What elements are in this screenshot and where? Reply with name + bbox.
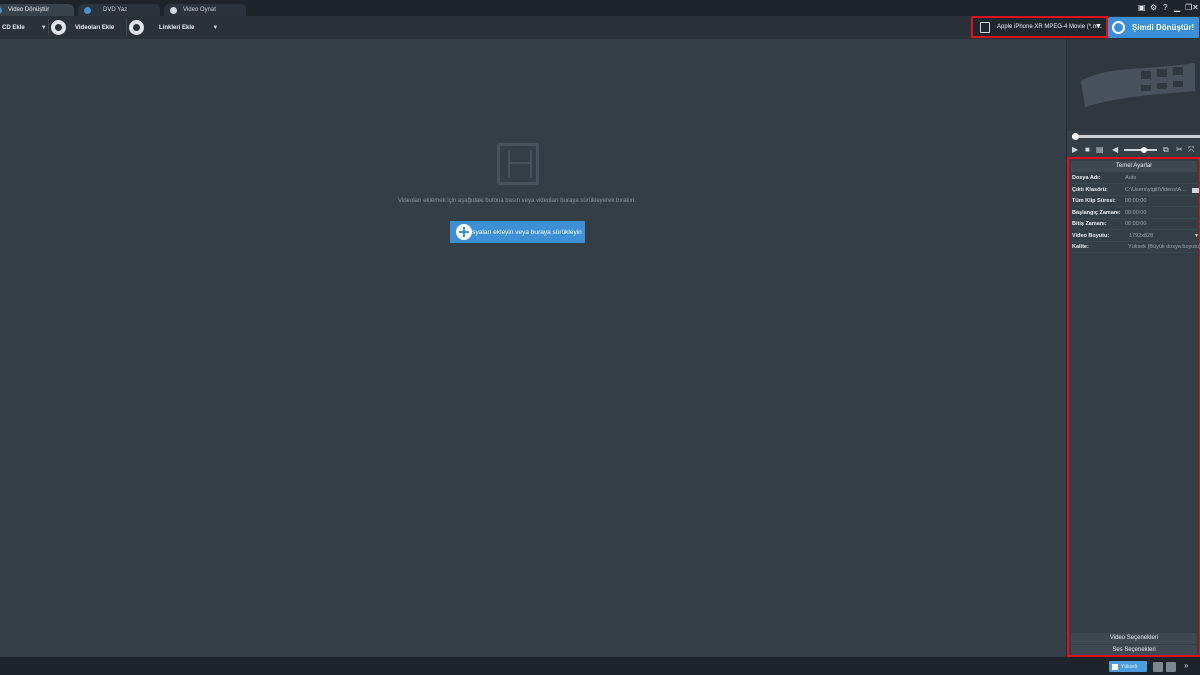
setting-value[interactable]: 1792x828 bbox=[1129, 231, 1200, 242]
video-preview bbox=[1067, 39, 1200, 131]
folder-icon[interactable] bbox=[1192, 188, 1199, 193]
upgrade-label: Yükselt bbox=[1121, 663, 1138, 670]
chevron-down-icon[interactable]: ▼ bbox=[1194, 231, 1199, 242]
right-panel: ▶ ■ ▤ ◀ ⧉ ✂ ⤧ Temel Ayarlar Dosya Adı: A… bbox=[1066, 39, 1200, 657]
divider bbox=[48, 19, 49, 36]
refresh-icon bbox=[1112, 21, 1125, 34]
help-icon[interactable]: ? bbox=[1163, 3, 1167, 13]
drop-area[interactable]: Videoları eklemek için aşağıdaki butona … bbox=[0, 39, 1066, 657]
add-links-label: Linkleri Ekle bbox=[159, 24, 195, 31]
add-video-icon[interactable] bbox=[51, 20, 66, 35]
facebook-icon[interactable] bbox=[1166, 662, 1176, 672]
audio-options-section[interactable]: Ses Seçenekleri bbox=[1071, 645, 1197, 655]
setting-value[interactable]: 00:00:00 bbox=[1125, 208, 1200, 219]
setting-row-filename[interactable]: Dosya Adı: Auto bbox=[1072, 173, 1200, 184]
seek-slider[interactable] bbox=[1072, 133, 1200, 140]
cut-icon[interactable]: ✂ bbox=[1176, 145, 1183, 155]
setting-row-start-time[interactable]: Başlangıç Zamanı: 00:00:00 bbox=[1072, 208, 1200, 219]
tab-bar: Video Dönüştür DVD Yaz Video Oynat ▣ ⚙ ?… bbox=[0, 0, 1200, 16]
double-chevron-right-icon[interactable]: » bbox=[1184, 661, 1188, 670]
plus-icon bbox=[456, 224, 472, 240]
basic-settings-panel: Temel Ayarlar Dosya Adı: Auto Çıktı Klas… bbox=[1067, 157, 1200, 657]
convert-now-button[interactable]: Şimdi Dönüştür! bbox=[1108, 17, 1199, 38]
setting-value: 00:00:00 bbox=[1125, 198, 1147, 204]
snapshot-icon[interactable]: ▤ bbox=[1096, 145, 1104, 155]
setting-row-end-time[interactable]: Bitiş Zamanı: 00:00:00 bbox=[1072, 219, 1200, 230]
twitter-icon[interactable] bbox=[1153, 662, 1163, 672]
upgrade-icon bbox=[1112, 663, 1118, 670]
add-links-button[interactable]: Linkleri Ekle ▼ bbox=[159, 16, 218, 39]
effects-icon[interactable]: ⤧ bbox=[1188, 145, 1194, 155]
drop-hint: Videoları eklemek için aşağıdaki butona … bbox=[397, 198, 637, 204]
setting-value[interactable]: C:\Users\yigit\Videos\A... bbox=[1125, 185, 1193, 196]
add-videos-label: Videoları Ekle bbox=[75, 24, 115, 31]
setting-row-video-size[interactable]: Video Boyutu: 1792x828 ▼ bbox=[1072, 231, 1200, 242]
volume-handle[interactable] bbox=[1141, 147, 1147, 153]
setting-row-quality[interactable]: Kalite: Yüksek (Büyük dosya boyutu) bbox=[1072, 242, 1200, 253]
setting-row-clip-duration[interactable]: Tüm Klip Süresi: 00:00:00 bbox=[1072, 196, 1200, 207]
save-icon[interactable]: ▣ bbox=[1138, 3, 1146, 13]
add-videos-button[interactable]: Videoları Ekle bbox=[75, 16, 114, 39]
tab-label: Video Oynat bbox=[183, 7, 216, 13]
convert-now-label: Şimdi Dönüştür! bbox=[1132, 23, 1195, 32]
setting-value[interactable]: 00:00:00 bbox=[1125, 219, 1200, 230]
device-icon bbox=[980, 21, 990, 33]
globe-icon[interactable] bbox=[129, 20, 144, 35]
video-options-section[interactable]: Video Seçenekleri bbox=[1071, 633, 1197, 644]
setting-key: Kalite: bbox=[1072, 244, 1089, 250]
setting-key: Bitiş Zamanı: bbox=[1072, 221, 1107, 227]
setting-key: Başlangıç Zamanı: bbox=[1072, 210, 1121, 216]
upgrade-button[interactable]: Yükselt bbox=[1109, 661, 1147, 672]
divider bbox=[126, 19, 127, 36]
chevron-down-icon[interactable]: ▼ bbox=[212, 25, 218, 31]
add-files-label: Dosyaları ekleyin veya buraya sürükleyin bbox=[464, 228, 582, 236]
add-files-button[interactable]: Dosyaları ekleyin veya buraya sürükleyin bbox=[450, 221, 585, 243]
tab-label: Video Dönüştür bbox=[8, 7, 50, 13]
external-window-icon[interactable]: ⧉ bbox=[1163, 145, 1169, 155]
status-bar: Yükselt » bbox=[0, 657, 1200, 675]
app-window: Video Dönüştür DVD Yaz Video Oynat ▣ ⚙ ?… bbox=[0, 0, 1200, 675]
tab-video-convert[interactable]: Video Dönüştür bbox=[0, 4, 74, 16]
chevron-down-icon[interactable]: ▼ bbox=[41, 25, 47, 31]
setting-value[interactable]: Auto bbox=[1125, 173, 1200, 184]
tab-dvd-burn[interactable]: DVD Yaz bbox=[78, 4, 160, 16]
setting-key: Dosya Adı: bbox=[1072, 175, 1101, 181]
setting-value[interactable]: Yüksek (Büyük dosya boyutu) bbox=[1128, 242, 1200, 253]
setting-key: Çıktı Klasörü: bbox=[1072, 187, 1108, 193]
play-icon[interactable]: ▶ bbox=[1072, 145, 1078, 155]
setting-key: Tüm Klip Süresi: bbox=[1072, 198, 1116, 204]
chevron-down-icon: ▼ bbox=[1095, 23, 1102, 30]
disc-icon bbox=[84, 6, 91, 14]
tab-video-play[interactable]: Video Oynat bbox=[164, 4, 246, 16]
volume-icon[interactable]: ◀ bbox=[1112, 145, 1118, 155]
minimize-icon[interactable]: ▁ bbox=[1174, 3, 1180, 13]
gear-icon[interactable]: ⚙ bbox=[1150, 3, 1157, 13]
close-icon[interactable]: ✕ bbox=[1192, 3, 1199, 13]
stop-icon[interactable]: ■ bbox=[1085, 145, 1090, 155]
film-strip-icon bbox=[497, 143, 539, 185]
volume-slider[interactable] bbox=[1124, 147, 1157, 153]
tab-label: DVD Yaz bbox=[103, 7, 128, 13]
setting-row-output-folder[interactable]: Çıktı Klasörü: C:\Users\yigit\Videos\A..… bbox=[1072, 185, 1200, 196]
profile-label: Apple iPhone XR MPEG-4 Movie (*.m... bbox=[997, 24, 1103, 30]
output-profile-select[interactable]: Apple iPhone XR MPEG-4 Movie (*.m... ▼ bbox=[971, 16, 1108, 38]
setting-key: Video Boyutu: bbox=[1072, 233, 1110, 239]
video-convert-icon bbox=[0, 6, 2, 14]
cd-add-button[interactable]: CD Ekle ▼ bbox=[2, 16, 47, 39]
film-reel-icon bbox=[1081, 63, 1195, 107]
cd-add-label: CD Ekle bbox=[2, 24, 25, 31]
settings-title[interactable]: Temel Ayarlar bbox=[1071, 161, 1197, 172]
play-circle-icon bbox=[170, 6, 177, 14]
seek-handle[interactable] bbox=[1072, 133, 1079, 140]
